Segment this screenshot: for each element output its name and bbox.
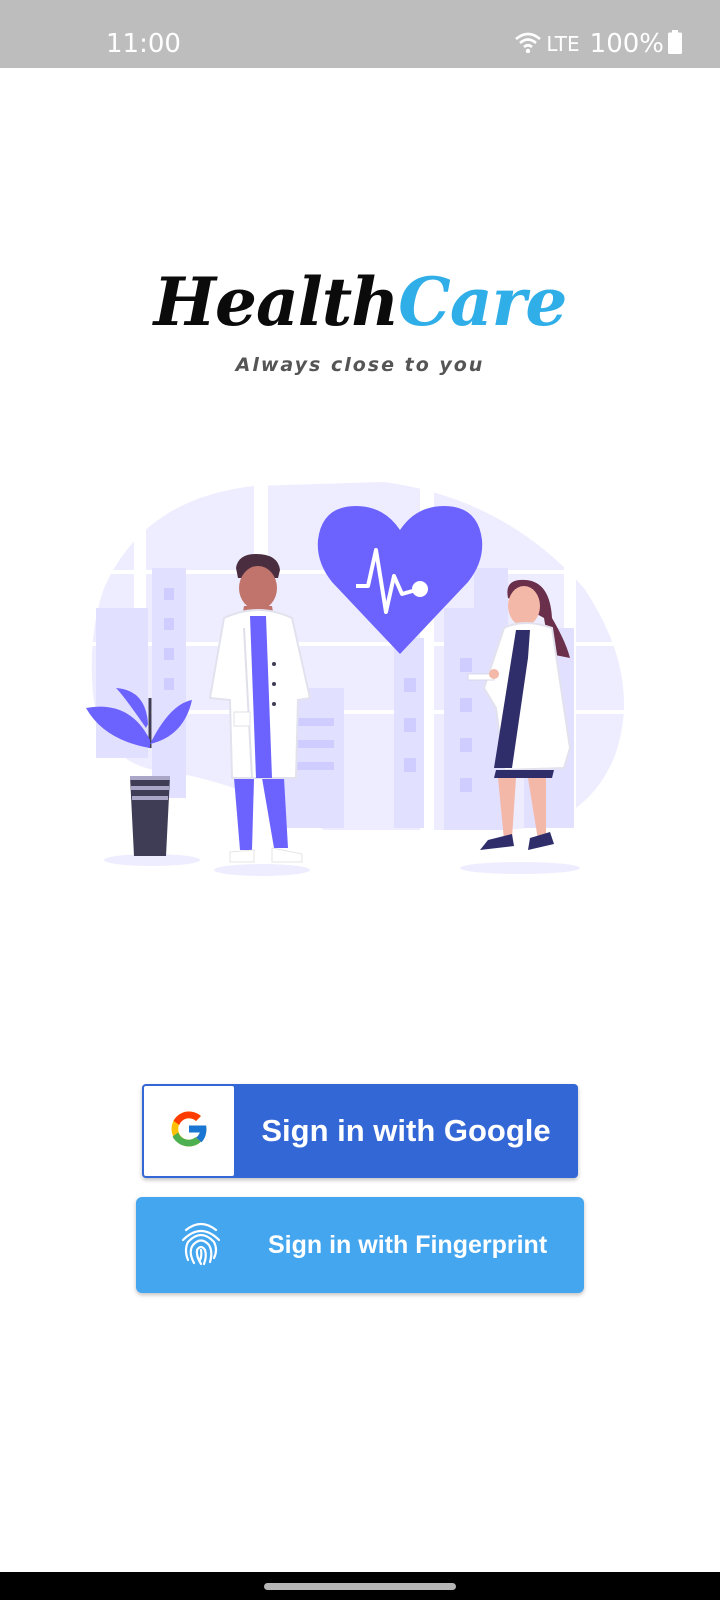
battery-icon <box>668 29 682 59</box>
status-time: 11:00 <box>106 29 181 59</box>
battery-percent: 100% <box>589 29 664 59</box>
status-bar: 11:00 LTE 100% <box>0 0 720 68</box>
status-indicators: LTE 100% <box>514 28 682 60</box>
wifi-icon <box>514 30 542 59</box>
app-logo: HealthCare <box>0 262 720 342</box>
home-gesture-handle[interactable] <box>264 1583 456 1590</box>
fingerprint-signin-label: Sign in with Fingerprint <box>268 1230 548 1259</box>
network-type: LTE <box>546 32 580 56</box>
google-signin-button[interactable]: Sign in with Google <box>142 1084 578 1178</box>
navigation-bar <box>0 1572 720 1600</box>
fingerprint-icon <box>180 1220 222 1271</box>
logo-care-text: Care <box>398 263 567 341</box>
doctors-illustration <box>84 478 644 888</box>
google-logo-container <box>144 1086 234 1176</box>
google-signin-label: Sign in with Google <box>261 1113 551 1148</box>
logo-health-text: Health <box>153 263 400 341</box>
fingerprint-icon-container <box>136 1197 266 1293</box>
google-icon <box>166 1106 212 1157</box>
app-tagline: Always close to you <box>235 354 485 376</box>
fingerprint-signin-button[interactable]: Sign in with Fingerprint <box>136 1197 584 1293</box>
